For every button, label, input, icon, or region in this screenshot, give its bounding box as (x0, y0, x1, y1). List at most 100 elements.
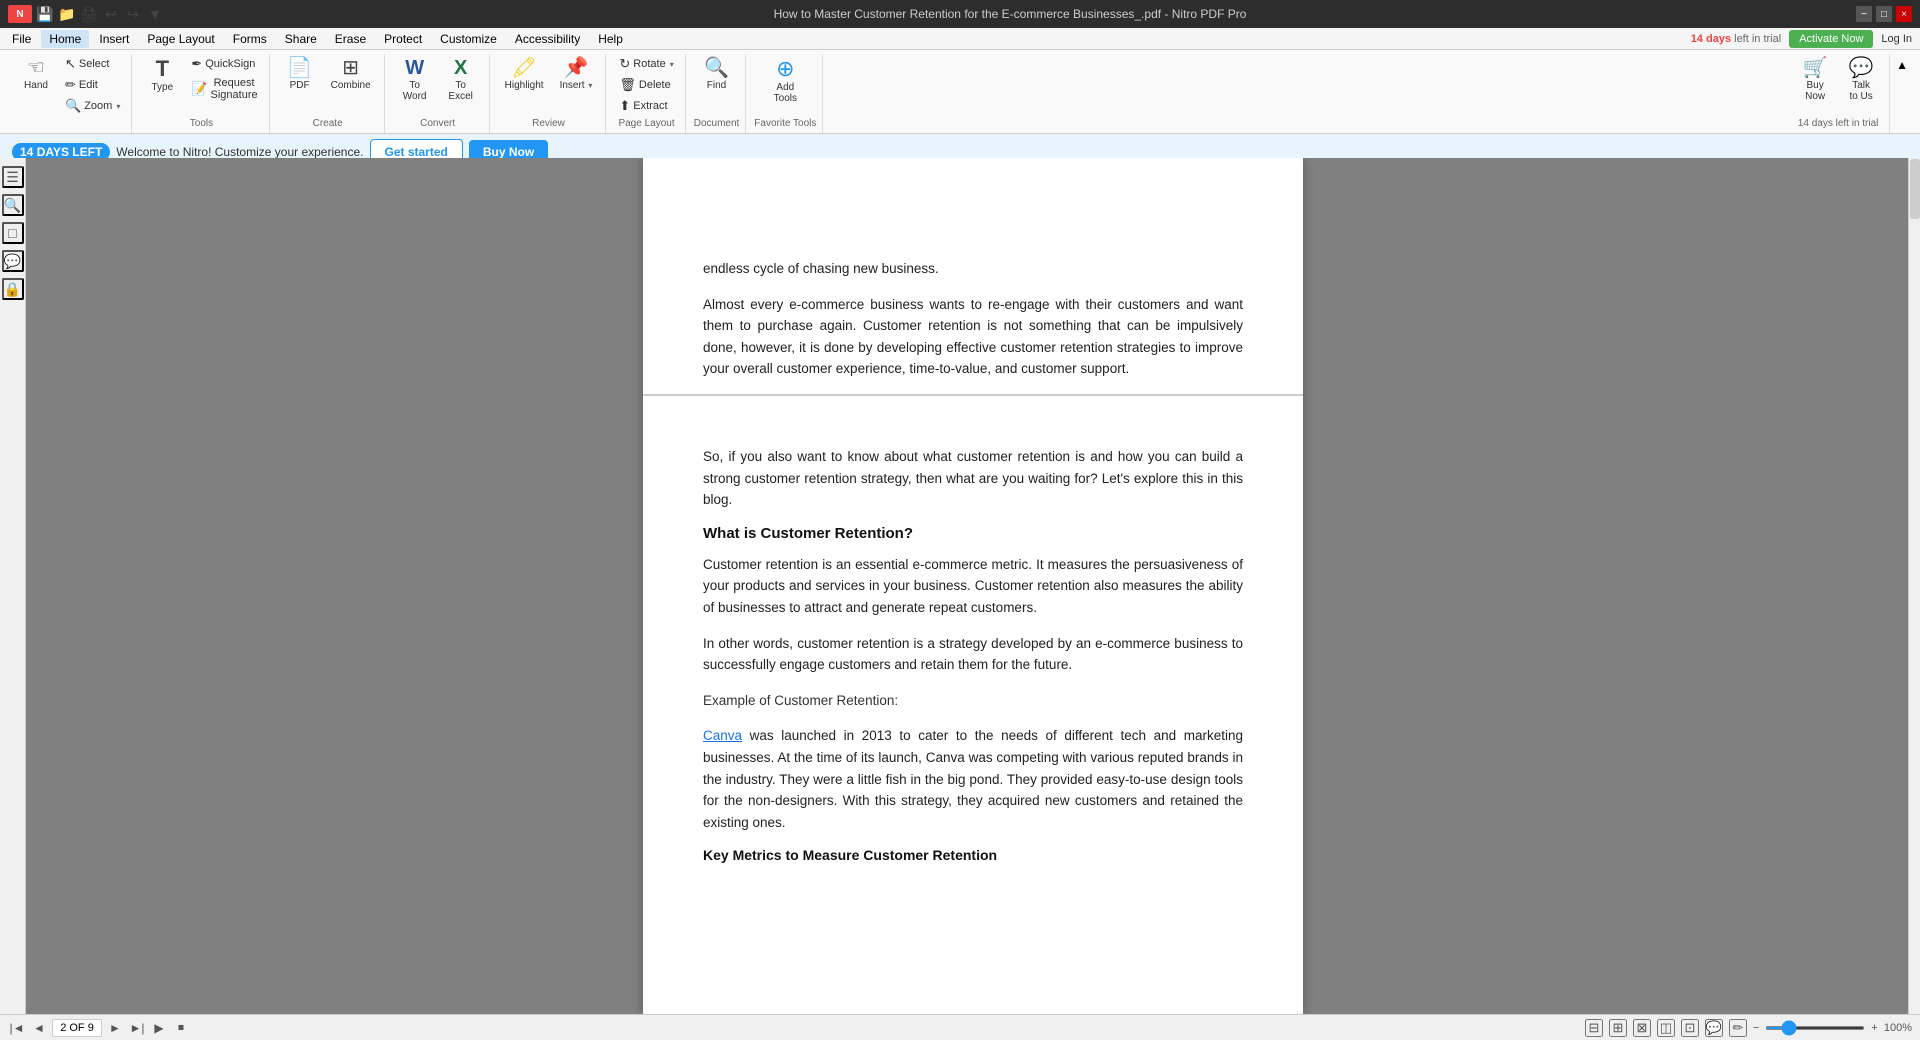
tools-label: Tools (190, 118, 213, 129)
add-tools-button[interactable]: ⊕ AddTools (763, 54, 807, 108)
menu-help[interactable]: Help (590, 30, 631, 48)
ribbon: ☜ Hand ↖ Select ✏ Edit 🔍 Zoom ▾ (0, 50, 1920, 134)
next-page-button[interactable]: ► (106, 1019, 124, 1037)
pdf-paragraph-4: Customer retention is an essential e-com… (703, 554, 1243, 619)
document-label: Document (694, 118, 740, 129)
title-bar-left: N 💾 📁 🖨 ↩ ↪ ▼ (8, 5, 164, 23)
quicksign-button[interactable]: ✒ QuickSign (186, 54, 262, 74)
comment-icon[interactable]: 💬 (1705, 1019, 1723, 1037)
stop-button[interactable]: ⏹ (172, 1019, 190, 1037)
zoom-in-label: + (1871, 1022, 1877, 1034)
right-scrollbar[interactable] (1908, 158, 1920, 1014)
buy-now-ribbon-button[interactable]: 🛒 BuyNow (1793, 54, 1837, 106)
request-signature-button[interactable]: 📝 RequestSignature (186, 75, 262, 103)
zoom-slider[interactable] (1765, 1026, 1865, 1030)
side-thumbnails-button[interactable]: ☰ (2, 166, 24, 188)
menu-accessibility[interactable]: Accessibility (507, 30, 588, 48)
menu-insert[interactable]: Insert (91, 30, 137, 48)
pdf-paragraph-3: So, if you also want to know about what … (703, 446, 1243, 511)
side-bookmarks-button[interactable]: □ (2, 222, 24, 244)
side-panel: ☰ 🔍 □ 💬 🔒 (0, 158, 26, 1014)
menu-page-layout[interactable]: Page Layout (139, 30, 222, 48)
full-screen-button[interactable]: ⊡ (1681, 1019, 1699, 1037)
select-tool-button[interactable]: ↖ Select (60, 54, 125, 74)
insert-button[interactable]: 📌 Insert ▾ (553, 54, 600, 95)
login-button[interactable]: Log In (1881, 33, 1912, 45)
delete-button[interactable]: 🗑 Delete (614, 75, 678, 95)
rotate-button[interactable]: ↻ Rotate ▾ (614, 54, 678, 74)
convert-label: Convert (420, 118, 455, 129)
page2-top-space (703, 406, 1243, 446)
page-input[interactable] (52, 1019, 102, 1037)
pdf-example-label: Example of Customer Retention: (703, 690, 1243, 712)
ribbon-group-tools: T Type ✒ QuickSign 📝 RequestSignature To… (134, 54, 269, 133)
zoom-button[interactable]: 🔍 Zoom ▾ (60, 96, 125, 116)
create-label: Create (313, 118, 343, 129)
highlight-button[interactable]: 🖍 Highlight (498, 54, 551, 95)
ribbon-collapse-button[interactable]: ▲ (1892, 54, 1912, 76)
menu-bar: File Home Insert Page Layout Forms Share… (0, 28, 1920, 50)
menu-share[interactable]: Share (277, 30, 325, 48)
ribbon-group-hand: ☜ Hand ↖ Select ✏ Edit 🔍 Zoom ▾ (8, 54, 132, 133)
pdf-paragraph-2: Almost every e-commerce business wants t… (703, 294, 1243, 380)
single-page-view-button[interactable]: ⊟ (1585, 1019, 1603, 1037)
trial-top-right: 14 days left in trial Activate Now Log I… (1691, 28, 1920, 50)
menu-protect[interactable]: Protect (376, 30, 430, 48)
menu-customize[interactable]: Customize (432, 30, 505, 48)
to-excel-button[interactable]: X ToExcel (439, 54, 483, 106)
menu-file[interactable]: File (4, 30, 39, 48)
last-page-button[interactable]: ►| (128, 1019, 146, 1037)
two-page-view-button[interactable]: ⊞ (1609, 1019, 1627, 1037)
status-bar: |◄ ◄ ► ►| ▶ ⏹ ⊟ ⊞ ⊠ ◫ ⊡ 💬 ✏ − + 100% (0, 1014, 1920, 1040)
pdf-heading-1: What is Customer Retention? (703, 525, 1243, 542)
side-security-button[interactable]: 🔒 (2, 278, 24, 300)
combine-button[interactable]: ⊞ Combine (324, 54, 378, 95)
open-button[interactable]: 📁 (58, 5, 76, 23)
days-number: 14 (20, 145, 33, 159)
undo-button[interactable]: ↩ (102, 5, 120, 23)
minimize-button[interactable]: − (1856, 6, 1872, 22)
annotate-icon[interactable]: ✏ (1729, 1019, 1747, 1037)
print-button[interactable]: 🖨 (80, 5, 98, 23)
menu-erase[interactable]: Erase (327, 30, 374, 48)
first-page-button[interactable]: |◄ (8, 1019, 26, 1037)
pdf-paragraph-5: In other words, customer retention is a … (703, 633, 1243, 676)
days-label: DAYS LEFT (37, 145, 103, 159)
activate-now-button[interactable]: Activate Now (1789, 30, 1873, 48)
talk-to-us-button[interactable]: 💬 Talkto Us (1839, 54, 1883, 106)
type-tool-button[interactable]: T Type (140, 54, 184, 97)
pdf-viewer[interactable]: endless cycle of chasing new business. A… (643, 158, 1303, 1014)
ribbon-group-convert: W ToWord X ToExcel Convert (387, 54, 490, 133)
prev-page-button[interactable]: ◄ (30, 1019, 48, 1037)
play-button[interactable]: ▶ (150, 1019, 168, 1037)
scroll-thumb[interactable] (1910, 159, 1920, 219)
app-logo: N (8, 5, 32, 23)
window-title: How to Master Customer Retention for the… (164, 7, 1856, 21)
scroll-view-button[interactable]: ⊠ (1633, 1019, 1651, 1037)
customize-qa-button[interactable]: ▼ (146, 5, 164, 23)
extract-button[interactable]: ⬆ Extract (614, 96, 678, 116)
close-button[interactable]: × (1896, 6, 1912, 22)
hand-tool-button[interactable]: ☜ Hand (14, 54, 58, 95)
menu-forms[interactable]: Forms (225, 30, 275, 48)
ribbon-group-buy: 🛒 BuyNow 💬 Talkto Us 14 days left in tri… (1787, 54, 1890, 133)
redo-button[interactable]: ↪ (124, 5, 142, 23)
fit-width-button[interactable]: ◫ (1657, 1019, 1675, 1037)
side-comments-button[interactable]: 💬 (2, 250, 24, 272)
side-search-button[interactable]: 🔍 (2, 194, 24, 216)
page-separator (643, 394, 1303, 396)
menu-home[interactable]: Home (41, 30, 89, 48)
maximize-button[interactable]: □ (1876, 6, 1892, 22)
ribbon-group-create: 📄 PDF ⊞ Combine Create (272, 54, 385, 133)
edit-button[interactable]: ✏ Edit (60, 75, 125, 95)
view-icons: ⊟ ⊞ ⊠ ◫ ⊡ 💬 ✏ (1585, 1019, 1747, 1037)
canva-link[interactable]: Canva (703, 728, 742, 743)
page-top-space (703, 198, 1243, 258)
status-right: ⊟ ⊞ ⊠ ◫ ⊡ 💬 ✏ − + 100% (1585, 1019, 1912, 1037)
find-button[interactable]: 🔍 Find (695, 54, 739, 95)
save-button[interactable]: 💾 (36, 5, 54, 23)
pdf-button[interactable]: 📄 PDF (278, 54, 322, 95)
trial-label: 14 days left in trial (1798, 118, 1879, 129)
zoom-out-label: − (1753, 1022, 1759, 1034)
to-word-button[interactable]: W ToWord (393, 54, 437, 106)
